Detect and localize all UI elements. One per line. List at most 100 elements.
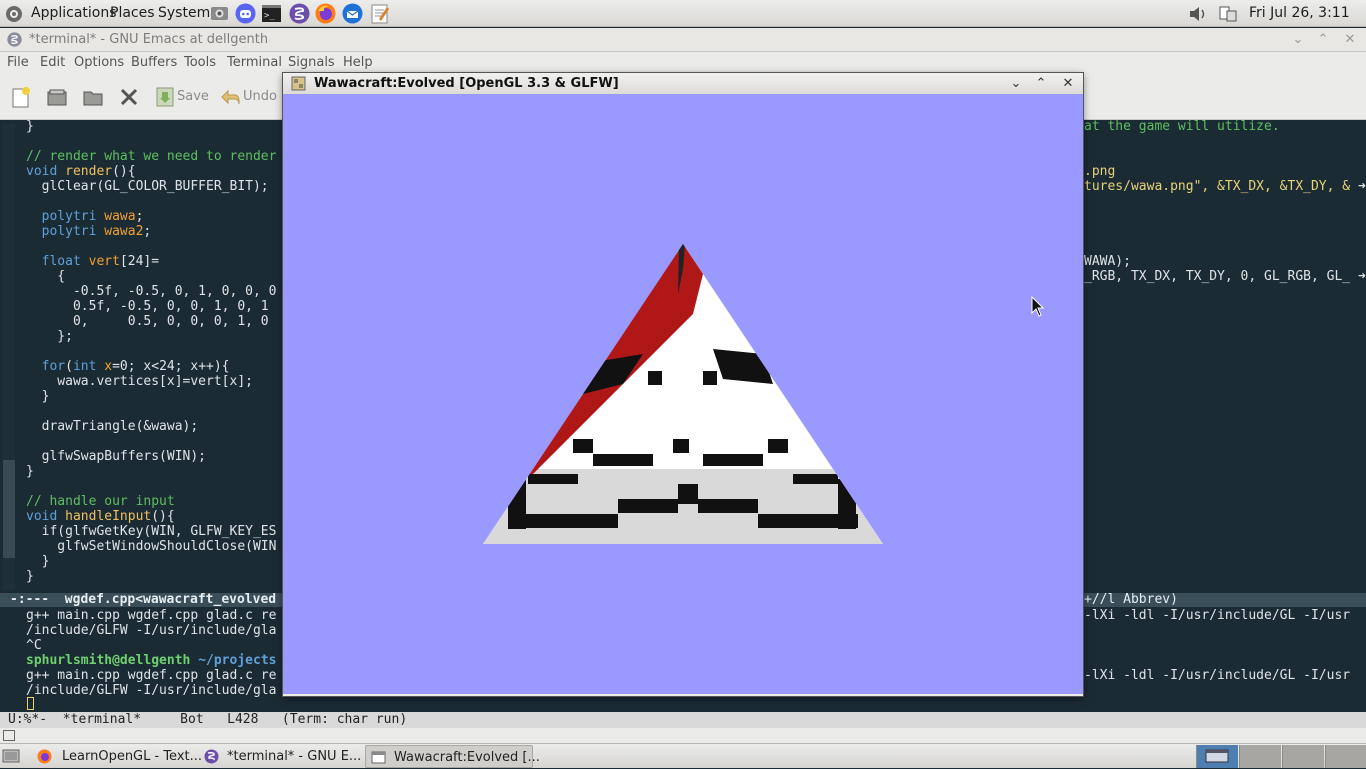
applications-menu[interactable]: Applications: [31, 0, 117, 27]
workspace-2[interactable]: [1239, 745, 1281, 768]
modeline-code-left: -:--- wgdef.cpp<wawacraft_evolved: [10, 592, 277, 607]
close-button[interactable]: ✕: [1341, 31, 1359, 49]
terminal-icon[interactable]: >_: [261, 3, 282, 24]
firefox-icon[interactable]: [315, 3, 336, 24]
echo-area[interactable]: [0, 728, 1366, 743]
task-label: LearnOpenGL - Text...: [62, 749, 203, 764]
task-wawacraft[interactable]: Wawacraft:Evolved [...: [365, 745, 540, 768]
emacs-menubar: File Edit Options Buffers Tools Terminal…: [0, 52, 1366, 74]
terminal-prompt: sphurlsmith@dellgenth ~/projects: [26, 653, 276, 668]
code-line: void render(){: [26, 164, 136, 179]
code-line: // handle our input: [26, 494, 175, 509]
emacs-window-title: *terminal* - GNU Emacs at dellgenth: [29, 32, 269, 47]
game-close-button[interactable]: ✕: [1059, 75, 1077, 93]
emacs-window-icon: [7, 32, 22, 47]
modeline-terminal[interactable]: U:%*- *terminal* Bot L428 (Term: char ru…: [0, 712, 1366, 728]
menu-terminal[interactable]: Terminal: [227, 52, 282, 74]
code-line: }: [26, 389, 50, 404]
wrap-arrow-icon: ➜: [1358, 179, 1366, 194]
firefox-icon: [37, 749, 52, 764]
menu-file[interactable]: File: [7, 52, 29, 74]
game-window[interactable]: Wawacraft:Evolved [OpenGL 3.3 & GLFW] ⌄ …: [283, 73, 1083, 696]
screenshot-icon[interactable]: [209, 3, 230, 24]
workspace-3[interactable]: [1282, 745, 1324, 768]
code-line: }: [26, 569, 34, 584]
code-line: -0.5f, -0.5, 0, 1, 0, 0, 0: [26, 284, 277, 299]
terminal-line: /include/GLFW -I/usr/include/gla: [26, 623, 277, 638]
code-line: {: [26, 269, 66, 284]
code-line: void handleInput(){: [26, 509, 175, 524]
task-label: Wawacraft:Evolved [...: [394, 750, 540, 765]
rendered-scene: [483, 244, 883, 544]
textured-triangle: [483, 244, 883, 544]
workspace-1[interactable]: [1196, 745, 1238, 768]
game-window-title: Wawacraft:Evolved [OpenGL 3.3 & GLFW]: [314, 76, 619, 91]
menu-buffers[interactable]: Buffers: [131, 52, 177, 74]
code-line: // render what we need to render: [26, 149, 277, 164]
new-file-icon[interactable]: [10, 86, 32, 108]
open-directory-icon[interactable]: [82, 86, 104, 108]
undo-button[interactable]: Undo: [243, 88, 277, 106]
code-line: }: [26, 119, 34, 134]
modeline-code-right: +//l Abbrev): [1084, 592, 1178, 607]
code-line: };: [26, 329, 73, 344]
game-minimize-button[interactable]: ⌄: [1007, 75, 1025, 93]
game-maximize-button[interactable]: ⌃: [1032, 75, 1050, 93]
code-line: for(int x=0; x<24; x++){: [41, 359, 230, 374]
code-line: }: [26, 464, 34, 479]
minimize-button[interactable]: ⌄: [1289, 31, 1307, 49]
code-line: polytri wawa;: [41, 209, 144, 224]
game-window-titlebar[interactable]: Wawacraft:Evolved [OpenGL 3.3 & GLFW] ⌄ …: [283, 73, 1083, 94]
code-line: drawTriangle(&wawa);: [26, 419, 199, 434]
maximize-button[interactable]: ⌃: [1314, 31, 1332, 49]
code-line: WAWA);: [1084, 254, 1131, 269]
code-line: 0.5f, -0.5, 0, 0, 1, 0, 1: [26, 299, 269, 314]
thunderbird-icon[interactable]: [342, 3, 363, 24]
network-icon[interactable]: [1218, 0, 1242, 27]
volume-icon[interactable]: [1188, 0, 1214, 27]
terminal-line: /include/GLFW -I/usr/include/gla: [26, 683, 277, 698]
save-button[interactable]: Save: [177, 88, 209, 106]
task-emacs[interactable]: *terminal* - GNU E...: [199, 745, 362, 768]
discord-icon[interactable]: [235, 3, 256, 24]
code-line: if(glfwGetKey(WIN, GLFW_KEY_ES: [26, 524, 277, 539]
task-learnopengl[interactable]: LearnOpenGL - Text...: [32, 745, 202, 768]
code-line: .png: [1084, 164, 1116, 179]
open-file-icon[interactable]: [46, 86, 68, 108]
text-editor-icon[interactable]: [369, 3, 390, 24]
show-desktop-icon[interactable]: [2, 748, 20, 764]
workspace-window-icon: [1205, 749, 1229, 763]
task-label: *terminal* - GNU E...: [227, 749, 362, 764]
echo-area-indicator: [3, 730, 15, 741]
undo-icon[interactable]: [220, 86, 242, 108]
terminal-line: ^C: [26, 638, 42, 653]
code-line: glClear(GL_COLOR_BUFFER_BIT);: [26, 179, 269, 194]
code-line: polytri wawa2;: [41, 224, 152, 239]
menu-options[interactable]: Options: [74, 52, 124, 74]
workspace-4[interactable]: [1325, 745, 1366, 768]
close-buffer-icon[interactable]: [118, 86, 140, 108]
terminal-cursor: [27, 697, 34, 710]
top-panel: Applications Places System >_ Fri Jul 26…: [0, 0, 1366, 48]
terminal-line: -lXi -ldl -I/usr/include/GL -I/usr: [1084, 668, 1351, 683]
opengl-canvas[interactable]: [283, 94, 1083, 694]
emacs-titlebar[interactable]: *terminal* - GNU Emacs at dellgenth ⌄ ⌃ …: [0, 28, 1366, 52]
scrollbar-thumb[interactable]: [3, 460, 15, 558]
mouse-cursor-icon: [1031, 296, 1045, 317]
terminal-line: g++ main.cpp wgdef.cpp glad.c re: [26, 608, 277, 623]
menu-edit[interactable]: Edit: [40, 52, 65, 74]
wrap-arrow-icon: ➜: [1358, 269, 1366, 284]
prompt-path: ~/projects: [190, 653, 277, 668]
code-line: at the game will utilize.: [1084, 119, 1280, 134]
emacs-icon[interactable]: [289, 3, 310, 24]
menu-help[interactable]: Help: [343, 52, 373, 74]
save-icon[interactable]: [154, 86, 176, 108]
distro-logo-icon[interactable]: [4, 0, 26, 27]
code-line: 0, 0.5, 0, 0, 0, 1, 0: [26, 314, 269, 329]
menu-signals[interactable]: Signals: [288, 52, 335, 74]
places-menu[interactable]: Places: [110, 0, 155, 27]
menu-tools[interactable]: Tools: [184, 52, 216, 74]
system-menu[interactable]: System: [158, 0, 210, 27]
clock[interactable]: Fri Jul 26, 3:11 PM: [1249, 0, 1366, 48]
code-line: wawa.vertices[x]=vert[x];: [26, 374, 253, 389]
